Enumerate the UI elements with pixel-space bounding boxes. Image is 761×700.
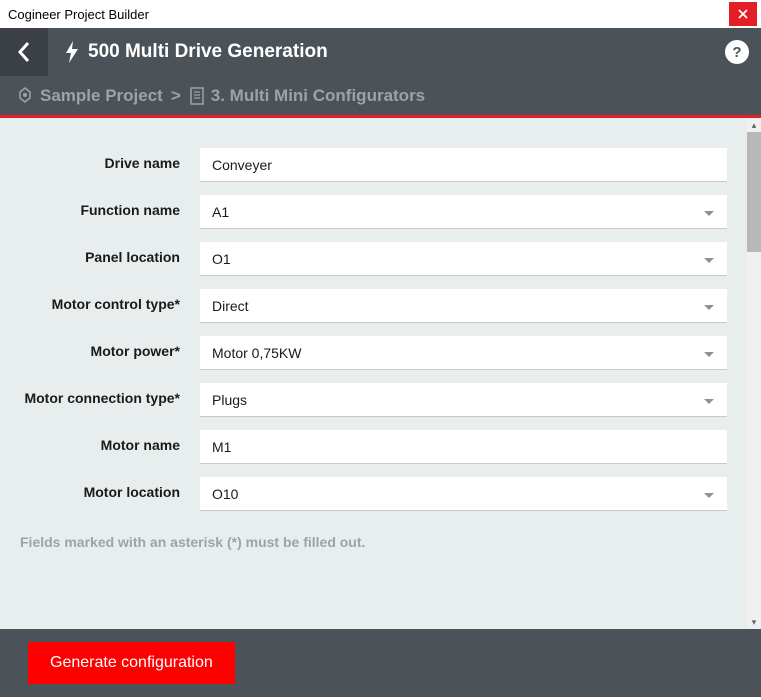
- chevron-down-icon: [703, 486, 715, 502]
- label-motor-connection-type: Motor connection type*: [20, 383, 200, 408]
- select-value: A1: [212, 204, 229, 220]
- form-row-panel-location: Panel location O1: [0, 242, 747, 276]
- help-icon: ?: [732, 44, 741, 61]
- form-row-drive-name: Drive name: [0, 148, 747, 182]
- chevron-down-icon: [703, 298, 715, 314]
- select-value: Motor 0,75KW: [212, 345, 301, 361]
- select-value: Plugs: [212, 392, 247, 408]
- form-row-motor-control-type: Motor control type* Direct: [0, 289, 747, 323]
- footer: Generate configuration: [0, 629, 761, 697]
- form-row-function-name: Function name A1: [0, 195, 747, 229]
- select-motor-control-type[interactable]: Direct: [200, 289, 727, 323]
- required-hint: Fields marked with an asterisk (*) must …: [0, 524, 747, 550]
- project-icon: [16, 87, 34, 105]
- select-value: O1: [212, 251, 231, 267]
- chevron-down-icon: [703, 204, 715, 220]
- chevron-down-icon: [703, 345, 715, 361]
- app-header: 500 Multi Drive Generation ?: [0, 28, 761, 76]
- form-row-motor-connection-type: Motor connection type* Plugs: [0, 383, 747, 417]
- label-motor-power: Motor power*: [20, 336, 200, 361]
- select-motor-location[interactable]: O10: [200, 477, 727, 511]
- breadcrumb-separator: >: [171, 86, 181, 106]
- breadcrumb-current: 3. Multi Mini Configurators: [211, 86, 425, 106]
- back-button[interactable]: [0, 28, 48, 76]
- generate-configuration-button[interactable]: Generate configuration: [28, 642, 235, 684]
- label-drive-name: Drive name: [20, 148, 200, 173]
- header-title-wrap: 500 Multi Drive Generation: [64, 41, 725, 63]
- close-button[interactable]: [729, 2, 757, 26]
- input-motor-name[interactable]: [200, 430, 727, 464]
- help-button[interactable]: ?: [725, 40, 749, 64]
- form-row-motor-name: Motor name: [0, 430, 747, 464]
- form-row-motor-location: Motor location O10: [0, 477, 747, 511]
- window-titlebar: Cogineer Project Builder: [0, 0, 761, 28]
- close-icon: [738, 9, 748, 19]
- document-icon: [189, 87, 205, 105]
- scrollbar-down-icon[interactable]: ▾: [747, 615, 761, 629]
- select-panel-location[interactable]: O1: [200, 242, 727, 276]
- page-title: 500 Multi Drive Generation: [88, 41, 328, 63]
- label-motor-name: Motor name: [20, 430, 200, 455]
- select-value: O10: [212, 486, 238, 502]
- form-row-motor-power: Motor power* Motor 0,75KW: [0, 336, 747, 370]
- label-motor-location: Motor location: [20, 477, 200, 502]
- scrollbar[interactable]: ▴ ▾: [747, 118, 761, 629]
- breadcrumb-root[interactable]: Sample Project: [40, 86, 163, 106]
- chevron-left-icon: [17, 41, 31, 63]
- select-function-name[interactable]: A1: [200, 195, 727, 229]
- select-value: Direct: [212, 298, 249, 314]
- label-motor-control-type: Motor control type*: [20, 289, 200, 314]
- form-content: Drive name Function name A1 Panel locati…: [0, 118, 747, 629]
- select-motor-power[interactable]: Motor 0,75KW: [200, 336, 727, 370]
- chevron-down-icon: [703, 392, 715, 408]
- chevron-down-icon: [703, 251, 715, 267]
- select-motor-connection-type[interactable]: Plugs: [200, 383, 727, 417]
- bolt-icon: [64, 41, 80, 63]
- window-title: Cogineer Project Builder: [8, 7, 149, 22]
- label-function-name: Function name: [20, 195, 200, 220]
- scrollbar-thumb[interactable]: [747, 132, 761, 252]
- label-panel-location: Panel location: [20, 242, 200, 267]
- breadcrumb: Sample Project > 3. Multi Mini Configura…: [0, 76, 761, 118]
- input-drive-name[interactable]: [200, 148, 727, 182]
- scrollbar-up-icon[interactable]: ▴: [747, 118, 761, 132]
